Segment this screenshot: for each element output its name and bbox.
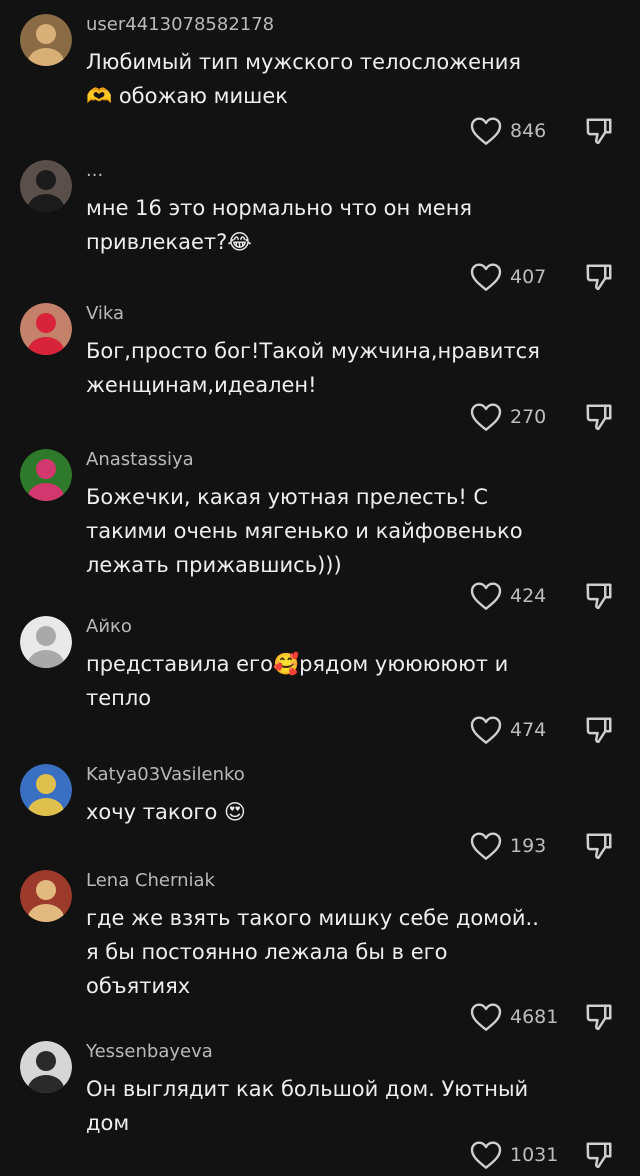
comment-username[interactable]: user4413078582178 <box>86 14 274 36</box>
heart-icon <box>470 117 502 145</box>
comment-actions: 4681 <box>470 1001 630 1033</box>
people-photo-avatar[interactable] <box>20 160 72 212</box>
comment-actions: 407 <box>470 261 630 293</box>
comment-text: Божечки, какая уютная прелесть! С такими… <box>86 485 523 577</box>
dislike-button[interactable] <box>584 831 614 861</box>
comment-actions: 846 <box>470 115 630 147</box>
comment-text: Любимый тип мужского телосложения 🫶 обож… <box>86 50 522 108</box>
woman-photo-avatar[interactable] <box>20 1041 72 1093</box>
like-count: 193 <box>510 835 547 857</box>
comment-username[interactable]: Anastassiya <box>86 449 194 471</box>
like-button[interactable]: 474 <box>470 714 546 746</box>
dislike-button[interactable] <box>584 116 614 146</box>
heart-icon <box>470 403 502 431</box>
comment-username[interactable]: Lena Cherniak <box>86 870 215 892</box>
comments-list: user4413078582178 Любимый тип мужского т… <box>0 0 640 1176</box>
heart-icon <box>470 582 502 610</box>
comment-username[interactable]: Vika <box>86 303 124 325</box>
like-count: 4681 <box>510 1006 559 1028</box>
like-button[interactable]: 407 <box>470 261 546 293</box>
comment-actions: 193 <box>470 830 630 862</box>
thumbs-down-icon <box>586 118 612 145</box>
comment-text: мне 16 это нормально что он меня привлек… <box>86 196 473 254</box>
like-button[interactable]: 270 <box>470 401 546 433</box>
comment-actions: 1031 <box>470 1139 630 1171</box>
like-button[interactable]: 4681 <box>470 1001 558 1033</box>
like-count: 270 <box>510 406 547 428</box>
heart-icon <box>470 716 502 744</box>
drawing-avatar[interactable] <box>20 616 72 668</box>
heart-icon <box>470 263 502 291</box>
girl-photo-avatar[interactable] <box>20 303 72 355</box>
dislike-button[interactable] <box>584 1002 614 1032</box>
dislike-button[interactable] <box>584 402 614 432</box>
dislike-button[interactable] <box>584 581 614 611</box>
flower-avatar[interactable] <box>20 449 72 501</box>
comment-username[interactable]: Katya03Vasilenko <box>86 764 245 786</box>
like-count: 1031 <box>510 1144 559 1166</box>
like-button[interactable]: 1031 <box>470 1139 558 1171</box>
heart-icon <box>470 1141 502 1169</box>
comment-username[interactable]: ... <box>86 160 103 182</box>
like-count: 424 <box>510 585 547 607</box>
like-count: 846 <box>510 120 547 142</box>
dislike-button[interactable] <box>584 262 614 292</box>
girl-photo-avatar[interactable] <box>20 764 72 816</box>
comment-text: Бог,просто бог!Такой мужчина,нравится же… <box>86 339 540 397</box>
dislike-button[interactable] <box>584 1140 614 1170</box>
like-button[interactable]: 193 <box>470 830 546 862</box>
heart-icon <box>470 1003 502 1031</box>
comment-username[interactable]: Yessenbayeva <box>86 1041 213 1063</box>
comment-actions: 424 <box>470 580 630 612</box>
comment-text: Он выглядит как большой дом. Уютный дом <box>86 1077 529 1135</box>
cat-avatar[interactable] <box>20 14 72 66</box>
comment-username[interactable]: Айко <box>86 616 132 638</box>
thumbs-down-icon <box>586 583 612 610</box>
dislike-button[interactable] <box>584 715 614 745</box>
comment-actions: 474 <box>470 714 630 746</box>
heart-icon <box>470 832 502 860</box>
thumbs-down-icon <box>586 404 612 431</box>
comment-text: хочу такого 😍 <box>86 800 246 824</box>
like-count: 407 <box>510 266 547 288</box>
woman-mask-avatar[interactable] <box>20 870 72 922</box>
like-button[interactable]: 846 <box>470 115 546 147</box>
thumbs-down-icon <box>586 1142 612 1169</box>
like-count: 474 <box>510 719 547 741</box>
thumbs-down-icon <box>586 264 612 291</box>
comment-text: представила его🥰рядом уююююют и тепло <box>86 652 509 710</box>
comment-actions: 270 <box>470 401 630 433</box>
thumbs-down-icon <box>586 717 612 744</box>
like-button[interactable]: 424 <box>470 580 546 612</box>
comment-text: где же взять такого мишку себе домой.. я… <box>86 906 539 998</box>
thumbs-down-icon <box>586 1004 612 1031</box>
thumbs-down-icon <box>586 833 612 860</box>
